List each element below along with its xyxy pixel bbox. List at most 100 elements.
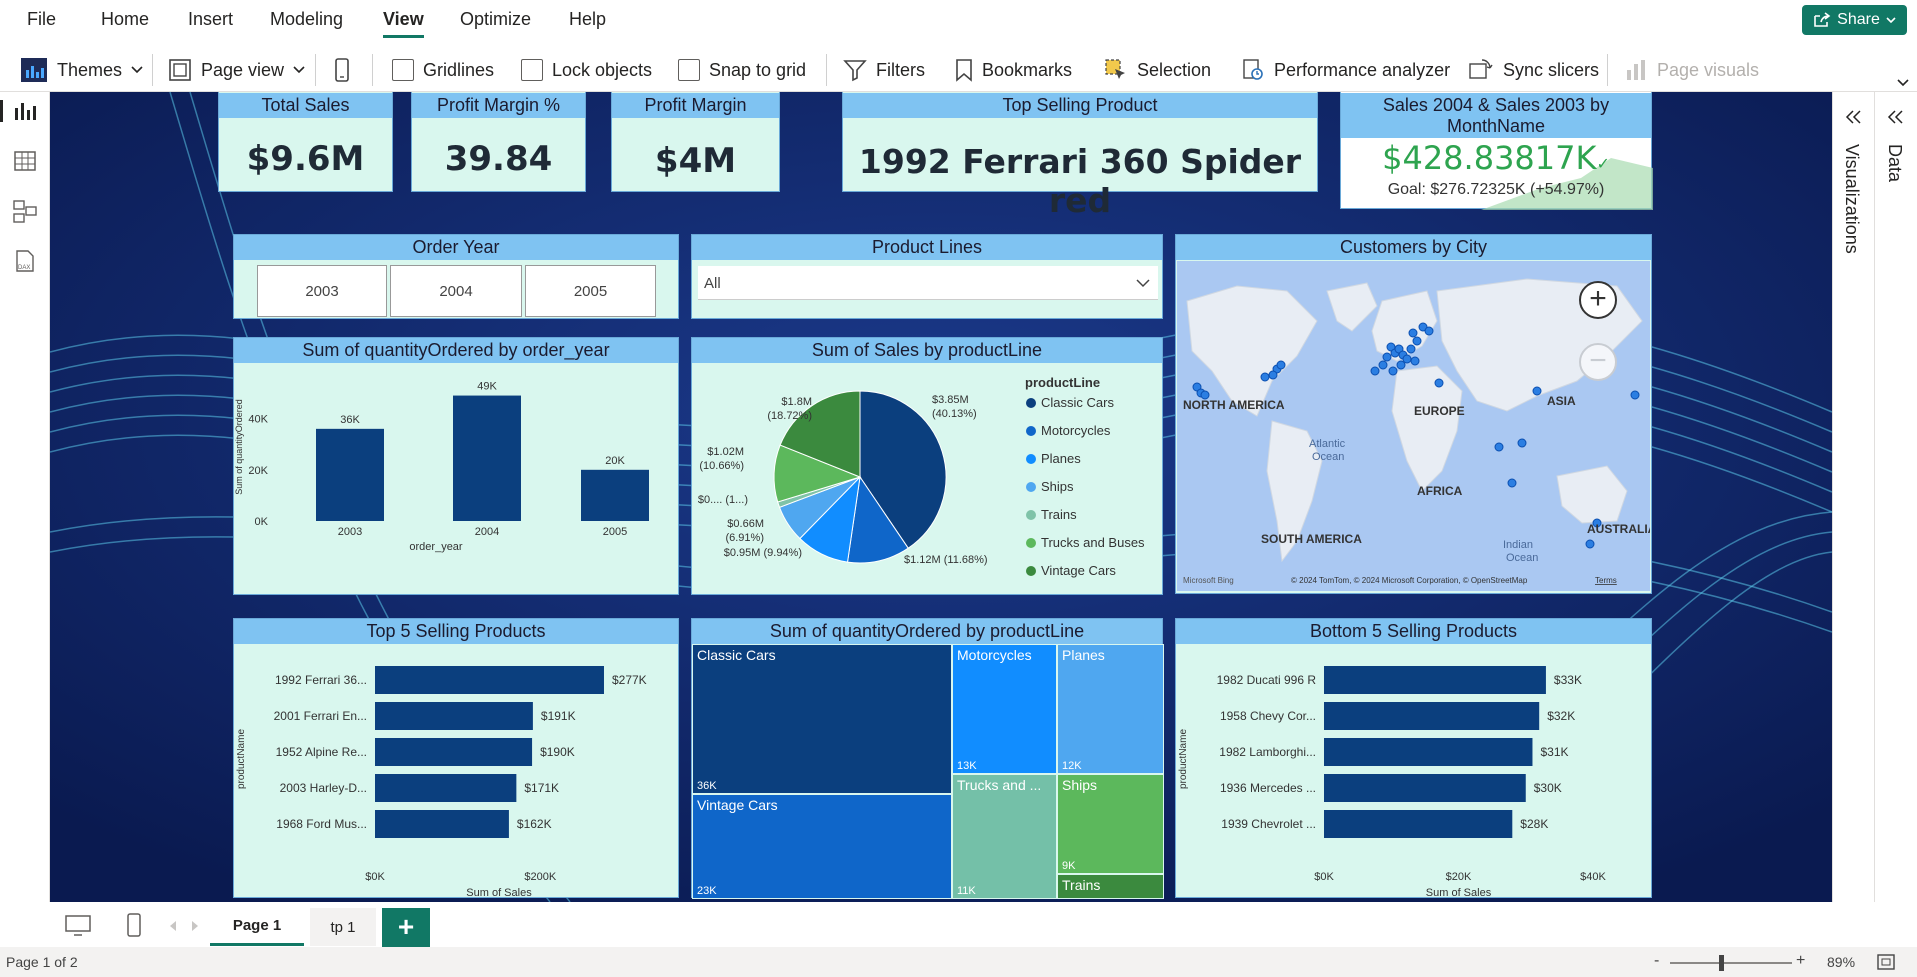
selection-button[interactable]: Selection [1104, 56, 1211, 84]
share-icon [1814, 12, 1831, 27]
map-canvas[interactable]: NORTH AMERICA EUROPE ASIA AFRICA SOUTH A… [1177, 261, 1650, 591]
tile-label: Motorcycles [957, 647, 1032, 663]
page-view-button[interactable]: Page view [168, 56, 305, 84]
y-axis-label: productName [236, 729, 247, 789]
add-page-button[interactable]: + [382, 908, 430, 948]
quantity-by-year-chart[interactable]: Sum of quantityOrdered by order_year 0K 2… [233, 337, 679, 595]
slicer-option-2005[interactable]: 2005 [525, 265, 656, 317]
y-axis-label: Sum of quantityOrdered [234, 399, 244, 495]
mobile-layout-icon[interactable] [126, 912, 142, 938]
sales-by-productline-chart[interactable]: Sum of Sales by productLine $3.85M (40.13… [691, 337, 1163, 595]
bar [1324, 666, 1546, 694]
top-selling-product-card[interactable]: Top Selling Product 1992 Ferrari 360 Spi… [842, 92, 1318, 220]
dax-query-view-icon[interactable]: DAX [12, 248, 38, 274]
menu-optimize[interactable]: Optimize [460, 9, 531, 30]
data-label: $0.... (1...) [698, 494, 748, 506]
bar [581, 469, 649, 521]
zoom-in-button[interactable]: + [1796, 952, 1805, 970]
tile-label: Ships [1062, 777, 1097, 793]
total-sales-card[interactable]: Total Sales $9.6M [218, 92, 393, 192]
customers-by-city-map[interactable]: Customers by City NORTH AMERICA EUROPE A… [1175, 234, 1652, 594]
filters-button[interactable]: Filters [843, 56, 925, 84]
chart-title: Top 5 Selling Products [234, 619, 678, 644]
snap-to-grid-toggle[interactable]: Snap to grid [678, 56, 806, 84]
bookmarks-button[interactable]: Bookmarks [955, 56, 1072, 84]
mobile-layout-button[interactable] [334, 56, 350, 84]
previous-page-icon[interactable] [168, 920, 178, 932]
lock-objects-toggle[interactable]: Lock objects [521, 56, 652, 84]
card-value: $9.6M [246, 139, 365, 179]
top-5-products-chart[interactable]: Top 5 Selling Products productName 1992 F… [233, 618, 679, 899]
chart-title: Bottom 5 Selling Products [1176, 619, 1651, 644]
menu-home[interactable]: Home [101, 9, 149, 30]
page-indicator: Page 1 of 2 [6, 954, 78, 970]
data-pane-collapsed[interactable]: Data [1875, 92, 1917, 902]
bottom-5-products-chart[interactable]: Bottom 5 Selling Products productName 198… [1175, 618, 1652, 899]
side-panes: Visualizations Data [1832, 92, 1917, 902]
profit-margin-pct-card[interactable]: Profit Margin % 39.84 [411, 92, 586, 192]
report-view-icon[interactable] [12, 98, 38, 124]
profit-margin-card[interactable]: Profit Margin $4M [611, 92, 780, 192]
menu-insert[interactable]: Insert [188, 9, 233, 30]
table-view-icon[interactable] [12, 148, 38, 174]
menu-file[interactable]: File [27, 9, 56, 30]
zoom-out-button[interactable]: - [1654, 952, 1659, 970]
card-title: Profit Margin [612, 93, 779, 118]
visualizations-pane-collapsed[interactable]: Visualizations [1833, 92, 1875, 902]
legend-marker [1026, 426, 1036, 436]
menu-view[interactable]: View [383, 9, 424, 38]
next-page-icon[interactable] [190, 920, 200, 932]
slicer-option-2003[interactable]: 2003 [257, 265, 387, 317]
page-visuals-icon [1627, 60, 1645, 80]
ribbon-separator [315, 54, 316, 86]
model-view-icon[interactable] [12, 198, 38, 224]
map-terms-link[interactable]: Terms [1595, 576, 1617, 585]
bar [1324, 774, 1526, 802]
bar [453, 395, 521, 521]
data-label: $28K [1520, 817, 1548, 831]
gridlines-checkbox[interactable] [392, 59, 414, 81]
menu-modeling[interactable]: Modeling [270, 9, 343, 30]
lock-objects-checkbox[interactable] [521, 59, 543, 81]
legend-marker [1026, 510, 1036, 520]
product-lines-dropdown[interactable]: All [698, 266, 1158, 300]
snap-to-grid-checkbox[interactable] [678, 59, 700, 81]
zoom-in-icon[interactable]: + [1579, 281, 1617, 319]
data-label: $0.95M (9.94%) [724, 547, 802, 559]
share-button[interactable]: Share [1802, 5, 1907, 35]
sync-slicers-button[interactable]: Sync slicers [1468, 56, 1599, 84]
menu-help[interactable]: Help [569, 9, 606, 30]
zoom-slider-track[interactable] [1670, 962, 1792, 964]
page-tab-tp-1[interactable]: tp 1 [310, 908, 376, 946]
page-tab-page-1[interactable]: Page 1 [210, 908, 304, 946]
report-canvas: Total Sales $9.6M Profit Margin % 39.84 … [50, 92, 1832, 902]
legend-item: Planes [1041, 451, 1081, 466]
performance-analyzer-button[interactable]: Performance analyzer [1241, 56, 1450, 84]
data-label: $31K [1540, 745, 1568, 759]
legend-marker [1026, 538, 1036, 548]
quantity-by-productline-treemap[interactable]: Sum of quantityOrdered by productLine Cl… [691, 618, 1164, 899]
fit-to-page-icon[interactable] [1876, 953, 1896, 971]
gridlines-toggle[interactable]: Gridlines [392, 56, 494, 84]
sales-kpi-card[interactable]: Sales 2004 & Sales 2003 by MonthName $42… [1340, 92, 1653, 210]
themes-button[interactable]: Themes [20, 56, 143, 84]
ribbon-separator [372, 54, 373, 86]
expand-pane-icon[interactable] [1887, 110, 1905, 124]
category-label: 1952 Alpine Re... [276, 745, 367, 759]
data-label: $33K [1554, 673, 1582, 687]
legend-item: Classic Cars [1041, 395, 1114, 410]
chevron-down-icon [131, 66, 143, 74]
desktop-layout-icon[interactable] [64, 914, 92, 938]
page-visuals-button[interactable]: Page visuals [1624, 56, 1759, 84]
tile-value: 9K [1062, 860, 1076, 872]
tile-label: Vintage Cars [697, 797, 778, 813]
slicer-option-2004[interactable]: 2004 [390, 265, 522, 317]
ribbon-collapse-icon[interactable] [1896, 78, 1910, 88]
bar [375, 702, 533, 730]
map-label-asia: ASIA [1547, 394, 1576, 408]
zoom-slider-thumb[interactable] [1719, 955, 1724, 971]
bar [1324, 738, 1533, 766]
data-label: (40.13%) [932, 408, 977, 420]
zoom-out-icon[interactable]: − [1579, 343, 1617, 381]
expand-pane-icon[interactable] [1845, 110, 1863, 124]
